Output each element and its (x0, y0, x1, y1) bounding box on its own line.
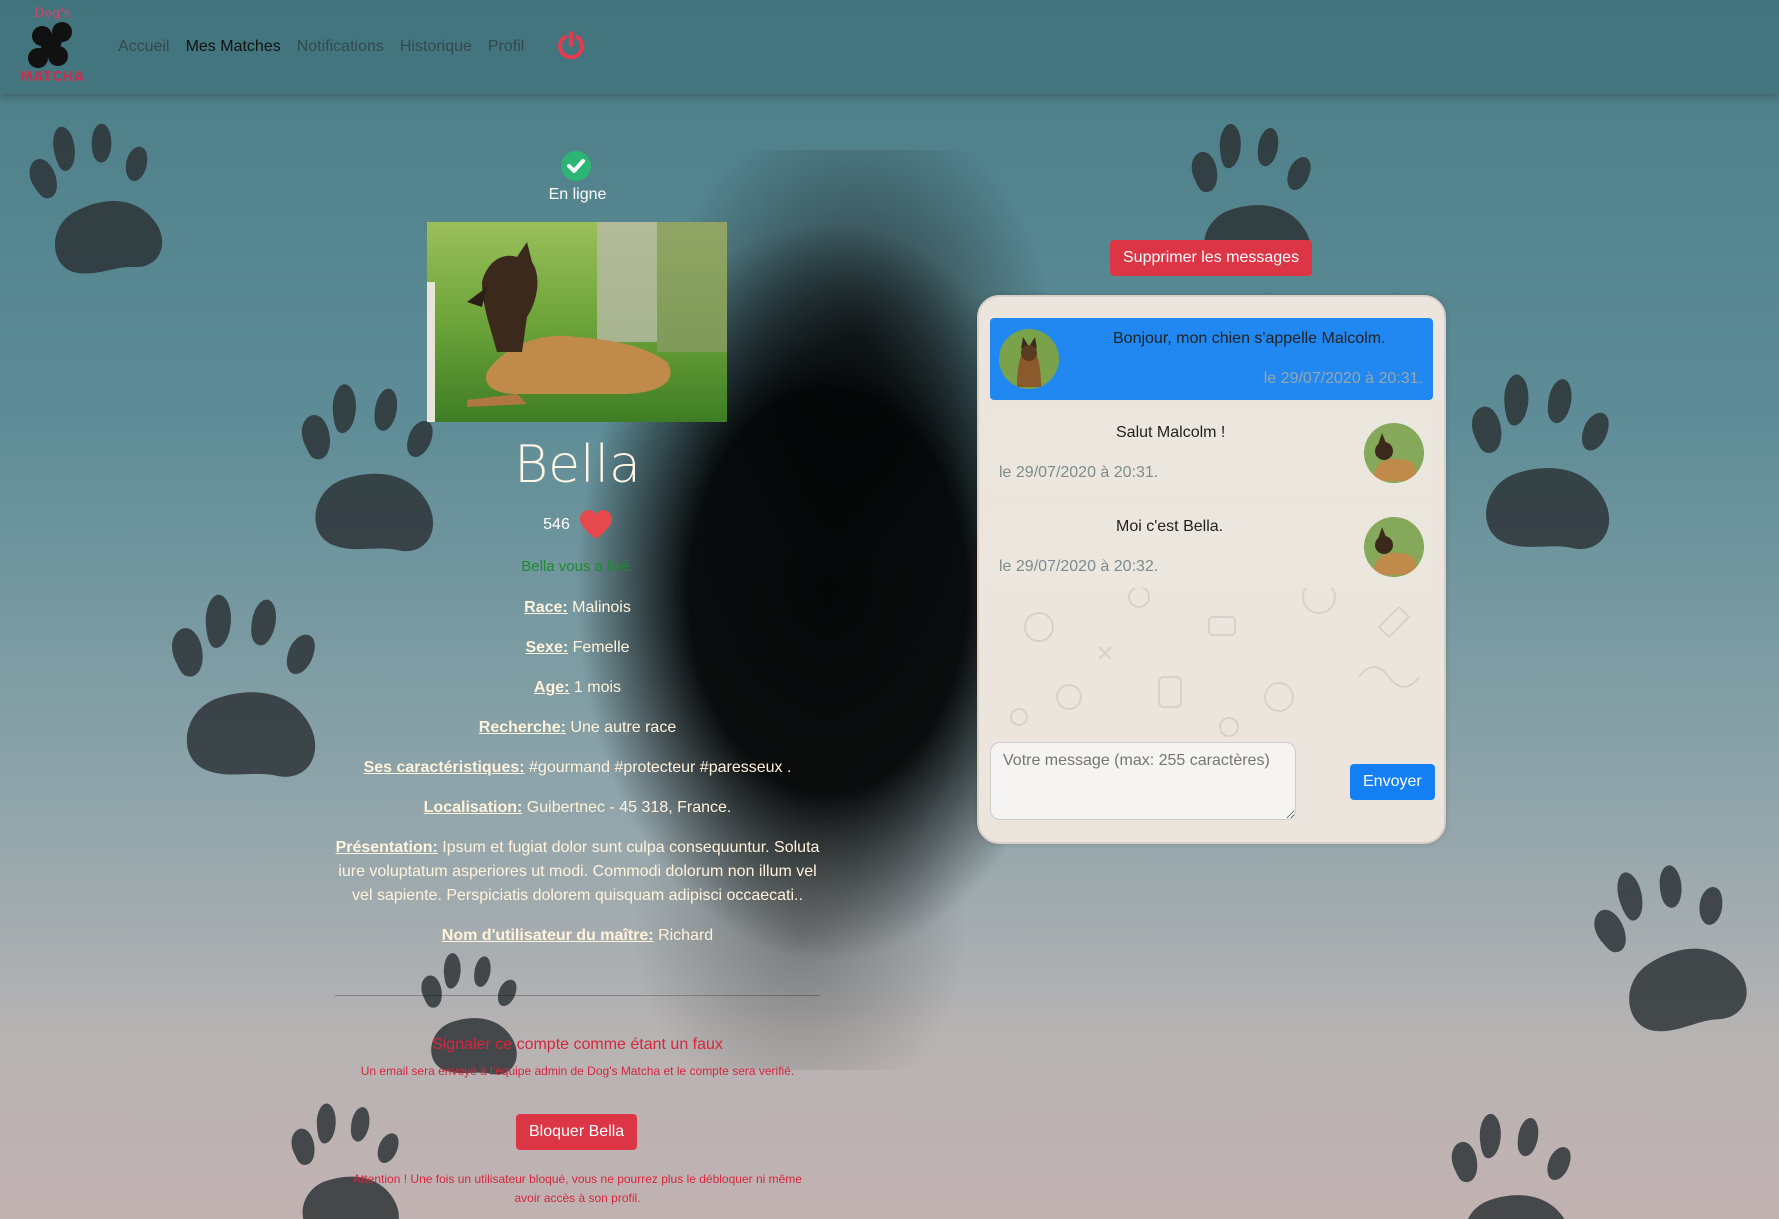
message-text: Salut Malcolm ! (1116, 424, 1226, 441)
message-text: Bonjour, mon chien s'appelle Malcolm. (1113, 330, 1386, 347)
online-status: En ligne (548, 186, 607, 203)
avatar[interactable] (1364, 423, 1424, 483)
background (0, 0, 1779, 1219)
nav-link-profil[interactable]: Profil (488, 38, 524, 56)
nav-link-historique[interactable]: Historique (400, 38, 472, 56)
logo-bottom-text: MATCHA (20, 70, 85, 85)
message-text: Moi c'est Bella. (1116, 518, 1224, 535)
message-received: Moi c'est Bella. le 29/07/2020 à 20:32. (990, 506, 1433, 588)
avatar[interactable] (1364, 517, 1424, 577)
chat-box: Bonjour, mon chien s'appelle Malcolm. le… (977, 295, 1446, 844)
nav-link-mes-matches[interactable]: Mes Matches (186, 38, 281, 56)
paw-print (1451, 1113, 1571, 1219)
power-icon[interactable] (556, 30, 586, 62)
paw-print (421, 953, 517, 1075)
nav-link-accueil[interactable]: Accueil (118, 38, 170, 56)
likes-count: 546 (543, 516, 570, 533)
avatar-image (1364, 517, 1424, 577)
likes-row: 546 (330, 510, 825, 540)
paw-print (1582, 849, 1753, 1045)
field-owner-username: Nom d'utilisateur du maître: Richard (441, 927, 714, 944)
paw-print (1471, 374, 1610, 549)
avatar-image (999, 329, 1059, 389)
navbar: Dog's MATCHA Accueil Mes Matches Notific… (0, 0, 1779, 94)
avatar-image (1364, 423, 1424, 483)
field-sexe: Sexe: Femelle (525, 639, 630, 656)
field-age: Age: 1 mois (533, 679, 622, 696)
online-check-icon (561, 151, 591, 181)
profile-photo (427, 222, 727, 422)
logo[interactable]: Dog's MATCHA (20, 6, 92, 88)
message-time: le 29/07/2020 à 20:31. (1263, 370, 1423, 387)
dog-photo-image (427, 222, 727, 422)
send-button[interactable]: Envoyer (1350, 764, 1435, 800)
report-note: Un email sera envoyé à l'équipe admin de… (360, 1064, 795, 1078)
block-warning-note: Attention ! Une fois un utilisateur bloq… (353, 1172, 802, 1205)
message-input[interactable] (990, 742, 1296, 820)
paw-prints-decoration (22, 112, 1753, 1219)
avatar[interactable] (999, 329, 1059, 389)
field-presentation: Présentation: Ipsum et fugiat dolor sunt… (335, 839, 820, 904)
nav-link-notifications[interactable]: Notifications (297, 38, 384, 56)
message-received: Salut Malcolm ! le 29/07/2020 à 20:31. (990, 412, 1433, 494)
block-user-button[interactable]: Bloquer Bella (516, 1114, 638, 1150)
paw-print (22, 112, 167, 283)
field-recherche: Recherche: Une autre race (478, 719, 677, 736)
message-time: le 29/07/2020 à 20:32. (999, 558, 1159, 575)
field-caracteristiques: Ses caractéristiques: #gourmand #protect… (363, 759, 792, 776)
field-race: Race: Malinois (524, 599, 631, 616)
liked-you-text: Bella vous a liké. (521, 558, 634, 575)
paw-print (172, 594, 316, 777)
profile-name: Bella (514, 435, 641, 495)
message-time: le 29/07/2020 à 20:31. (999, 464, 1159, 481)
report-fake-account-link[interactable]: Signaler ce compte comme étant un faux (330, 1036, 825, 1054)
message-sent: Bonjour, mon chien s'appelle Malcolm. le… (990, 318, 1433, 400)
profile-fields: Race: Malinois Sexe: Femelle Age: 1 mois… (330, 596, 825, 964)
heart-icon[interactable] (579, 510, 612, 540)
delete-messages-button[interactable]: Supprimer les messages (1110, 240, 1313, 276)
nav-links: Accueil Mes Matches Notifications Histor… (118, 38, 524, 56)
field-localisation: Localisation: Guibertnec - 45 318, Franc… (423, 799, 732, 816)
divider (335, 995, 820, 996)
